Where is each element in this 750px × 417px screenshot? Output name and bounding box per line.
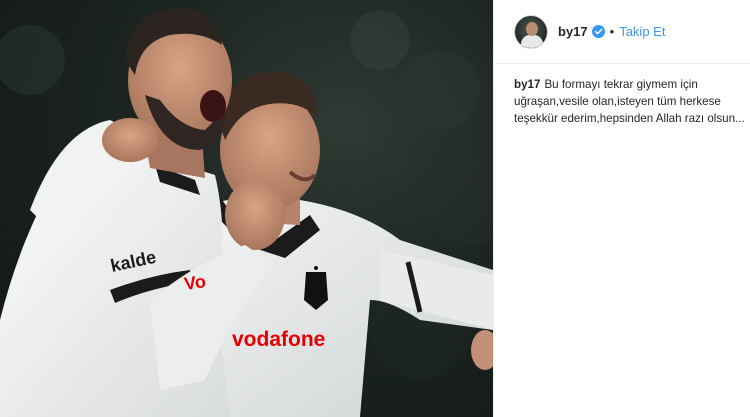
caption-username-link[interactable]: by17 — [514, 78, 540, 91]
username-link[interactable]: by17 — [558, 24, 588, 39]
left-jersey-partial: Vo — [183, 271, 207, 294]
follow-button[interactable]: Takip Et — [619, 24, 665, 39]
post-photo[interactable]: vodafone kalde Vo — [0, 0, 493, 417]
post-sidebar: by17 • Takip Et by17 Bu formayı tekrar gi… — [493, 0, 750, 417]
post-header: by17 • Takip Et — [494, 0, 750, 63]
right-jersey-sponsor: vodafone — [232, 328, 325, 351]
avatar-head-shape — [526, 21, 538, 36]
verified-badge-icon — [591, 25, 605, 38]
instagram-post: vodafone kalde Vo by17 • Takip Et by17 B… — [0, 0, 750, 417]
avatar-body-shape — [521, 34, 543, 48]
celebration-photo: vodafone kalde Vo — [0, 8, 493, 417]
profile-avatar[interactable] — [514, 14, 548, 49]
separator-dot: • — [609, 24, 615, 39]
caption-text: Bu formayı tekrar giymem için uğraşan,ve… — [514, 78, 745, 125]
header-divider — [494, 63, 750, 64]
post-caption: by17 Bu formayı tekrar giymem için uğraşa… — [514, 76, 746, 127]
